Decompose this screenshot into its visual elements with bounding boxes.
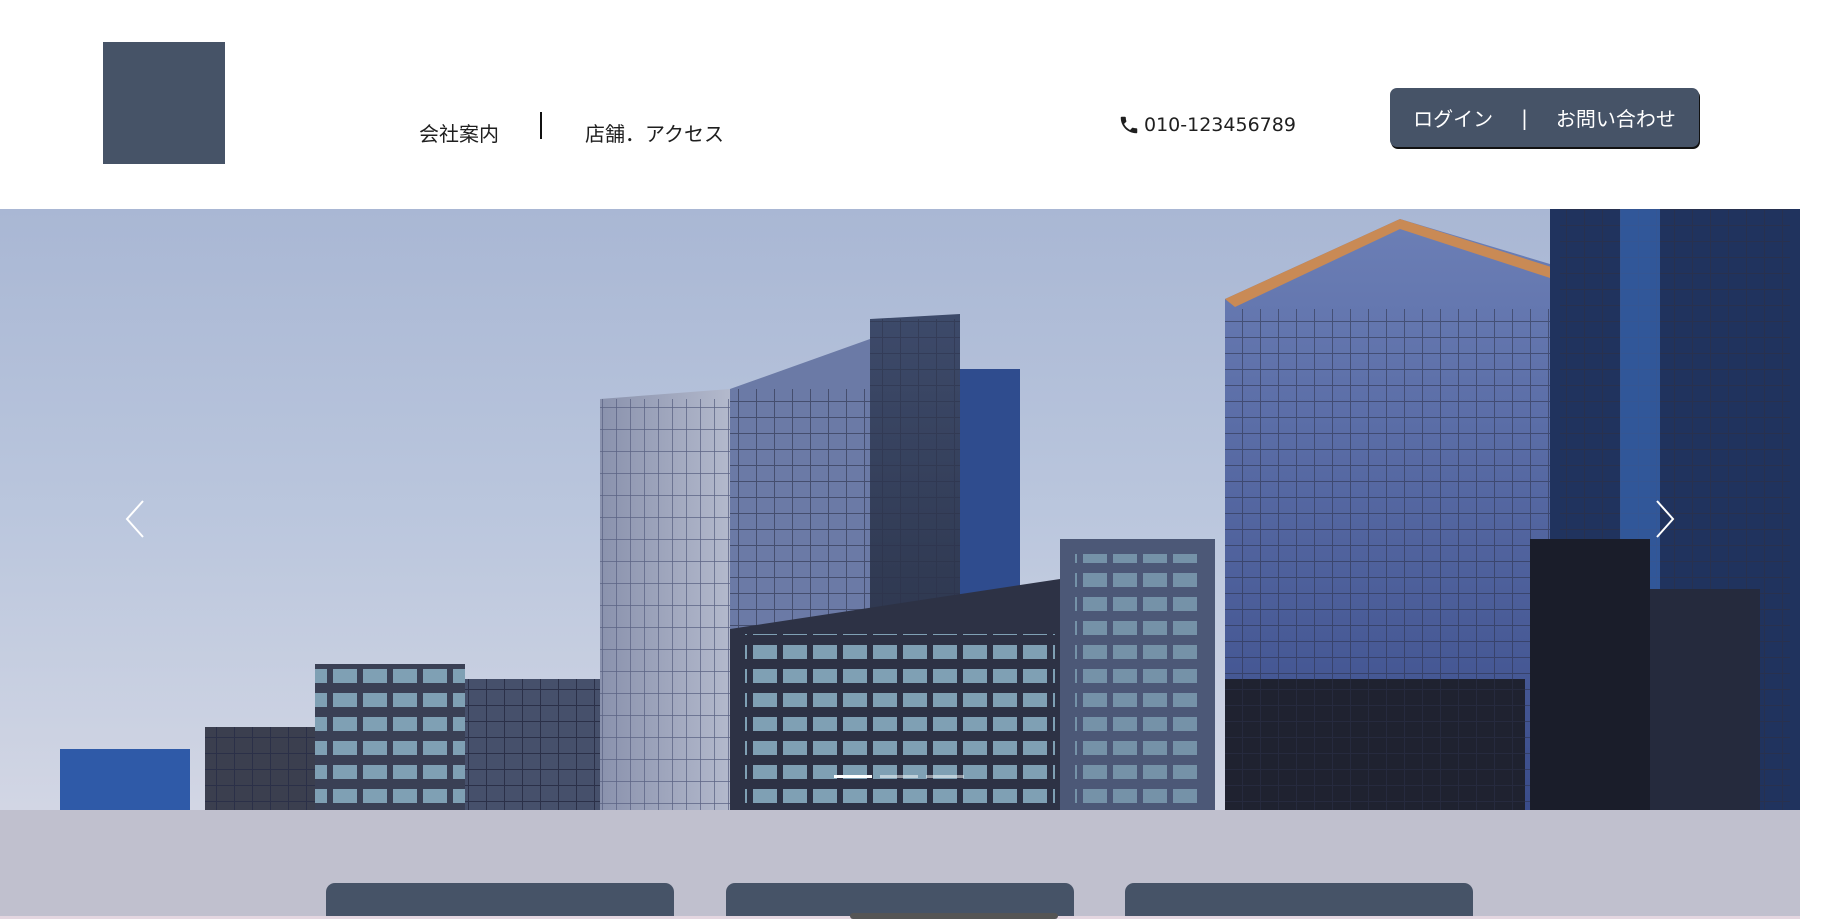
contact-button[interactable]: お問い合わせ [1542,103,1690,132]
phone-icon [1118,114,1140,136]
login-button[interactable]: ログイン [1399,103,1507,132]
logo[interactable] [103,42,225,164]
site-header: 会社案内 店舗．アクセス 010-123456789 ログイン | お問い合わせ [0,0,1800,209]
nav-company-info[interactable]: 会社案内 [419,118,499,147]
auth-separator: | [1521,105,1528,130]
carousel-next-button[interactable] [1645,489,1685,549]
city-buildings-photo [60,209,1800,810]
carousel-prev-button[interactable] [115,489,155,549]
page: 会社案内 店舗．アクセス 010-123456789 ログイン | お問い合わせ [0,0,1841,919]
feature-card[interactable] [326,883,674,919]
chevron-left-icon [125,500,144,538]
hero-carousel [0,209,1800,810]
nav-divider [540,112,542,139]
carousel-indicator[interactable] [926,775,964,778]
nav-store-access[interactable]: 店舗．アクセス [585,118,724,147]
carousel-indicator[interactable] [880,775,918,778]
horizontal-scrollbar-thumb[interactable] [850,913,1058,919]
feature-card[interactable] [1125,883,1473,919]
auth-box: ログイン | お問い合わせ [1390,88,1699,147]
chevron-right-icon [1656,500,1675,538]
features-section [0,810,1800,919]
phone-number: 010-123456789 [1144,114,1296,136]
carousel-indicators [834,775,964,778]
phone-contact[interactable]: 010-123456789 [1118,112,1296,138]
carousel-indicator[interactable] [834,775,872,778]
